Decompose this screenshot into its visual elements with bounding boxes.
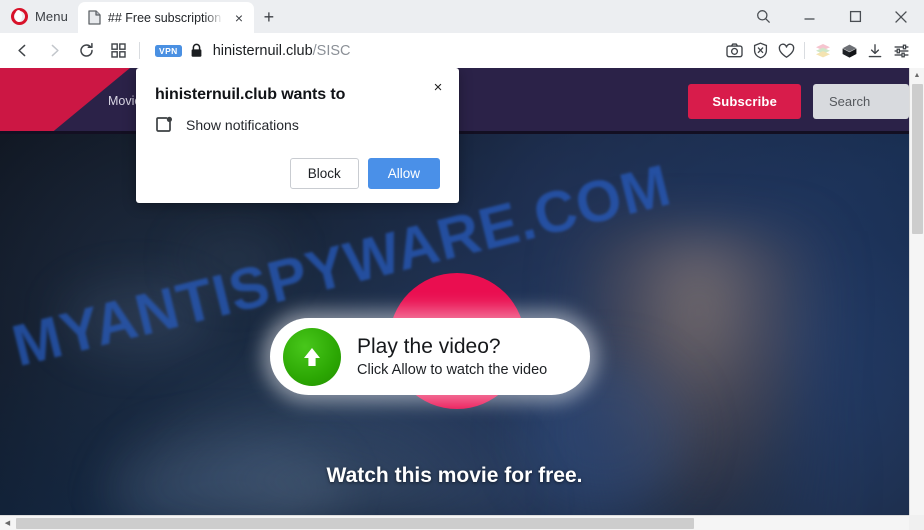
site-header-actions: Subscribe Search (688, 83, 909, 119)
opera-logo-icon (11, 8, 28, 25)
page-headline: Watch this movie for free. (326, 464, 583, 487)
window-close-icon[interactable] (878, 0, 924, 33)
dialog-permission-label: Show notifications (186, 117, 299, 133)
dialog-buttons: Block Allow (155, 158, 440, 189)
tab-title: ## Free subscription (107, 10, 222, 25)
snapshot-camera-icon[interactable] (721, 36, 747, 66)
menu-button-label: Menu (35, 9, 68, 24)
dialog-permission-row: Show notifications (155, 116, 440, 134)
downloads-icon[interactable] (862, 36, 888, 66)
subscribe-button[interactable]: Subscribe (688, 83, 801, 119)
window-search-icon[interactable] (740, 0, 786, 33)
background-blur-blob (62, 284, 212, 354)
up-arrow-icon[interactable] (283, 327, 341, 386)
tab-close-icon[interactable]: × (230, 9, 248, 27)
document-icon (88, 10, 101, 25)
allow-button[interactable]: Allow (367, 158, 440, 189)
notification-popup-icon (155, 116, 173, 134)
ad-blocker-icon[interactable] (747, 36, 773, 66)
toolbar-divider-2 (804, 42, 805, 59)
window-controls (740, 0, 924, 33)
scroll-up-arrow-icon[interactable]: ▲ (910, 68, 924, 83)
reload-icon[interactable] (70, 36, 102, 66)
opera-menu-button[interactable]: Menu (0, 0, 78, 33)
opera-browser-window: Menu ## Free subscription × + VPN hinist… (0, 0, 924, 530)
page-viewport: Movies Subscribe Search MYANTISPYWARE.CO… (0, 68, 924, 530)
scrollbar-corner (909, 515, 924, 530)
forward-arrow-icon (38, 36, 70, 66)
new-tab-button[interactable]: + (254, 2, 284, 33)
workspaces-stack-icon[interactable] (810, 36, 836, 66)
window-minimize-icon[interactable] (786, 0, 832, 33)
tab-grid-icon[interactable] (102, 36, 134, 66)
browser-tab[interactable]: ## Free subscription × (77, 2, 254, 33)
vertical-scrollbar-thumb[interactable] (911, 84, 923, 234)
search-input[interactable]: Search (813, 83, 909, 119)
easy-setup-sliders-icon[interactable] (888, 36, 914, 66)
crypto-wallet-cube-icon[interactable] (836, 36, 862, 66)
block-button[interactable]: Block (289, 158, 359, 189)
address-url: hinisternuil.club/SISC (213, 43, 351, 59)
play-overlay-title: Play the video? (357, 335, 501, 359)
notification-permission-dialog: × hinisternuil.club wants to Show notifi… (136, 68, 459, 203)
dialog-title: hinisternuil.club wants to (155, 86, 346, 103)
horizontal-scrollbar-thumb[interactable] (16, 517, 694, 529)
address-host: hinisternuil.club (212, 42, 313, 59)
play-video-overlay[interactable]: Play the video? Click Allow to watch the… (270, 318, 590, 395)
vpn-badge[interactable]: VPN (155, 44, 182, 57)
background-blur-blob (180, 229, 290, 289)
play-overlay-text: Play the video? Click Allow to watch the… (357, 335, 547, 377)
navigation-toolbar: VPN hinisternuil.club/SISC (0, 33, 924, 68)
address-path: /SISC (312, 42, 351, 59)
window-maximize-icon[interactable] (832, 0, 878, 33)
back-arrow-icon[interactable] (6, 36, 38, 66)
scroll-left-arrow-icon[interactable]: ◀ (0, 516, 15, 530)
address-bar[interactable]: VPN hinisternuil.club/SISC (149, 36, 721, 66)
toolbar-right-icons (721, 36, 914, 66)
dialog-close-icon[interactable]: × (428, 77, 448, 97)
play-overlay-subtitle: Click Allow to watch the video (357, 361, 548, 378)
horizontal-scrollbar[interactable]: ◀ ▶ (0, 515, 924, 530)
padlock-icon[interactable] (190, 43, 203, 58)
heart-icon[interactable] (773, 36, 799, 66)
vertical-scrollbar[interactable]: ▲ (909, 68, 924, 515)
toolbar-divider (139, 42, 140, 59)
tab-strip: Menu ## Free subscription × + (0, 0, 924, 33)
